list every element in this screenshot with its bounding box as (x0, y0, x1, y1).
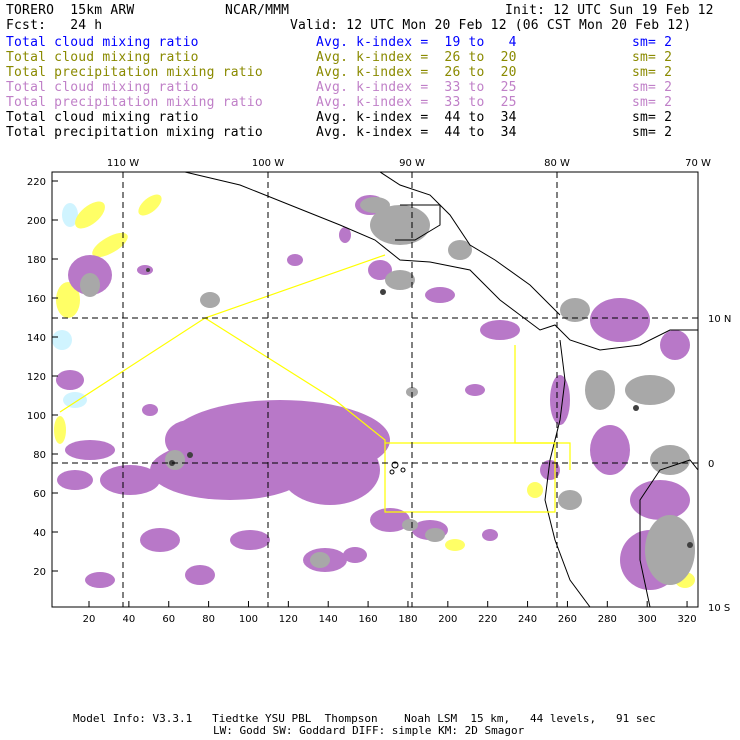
lon-label: 70 W (685, 158, 711, 169)
lon-label: 90 W (399, 158, 425, 169)
x-tick-label: 40 (123, 614, 136, 625)
y-tick-label: 220 (27, 177, 46, 188)
y-tick-label: 100 (27, 411, 46, 422)
x-tick-label: 240 (518, 614, 537, 625)
lon-label: 100 W (252, 158, 284, 169)
y-tick-label: 140 (27, 333, 46, 344)
lon-label: 110 W (107, 158, 139, 169)
x-tick-label: 100 (239, 614, 258, 625)
x-tick-label: 320 (678, 614, 697, 625)
x-tick-label: 160 (359, 614, 378, 625)
lat-label: 10 N (708, 314, 731, 325)
x-tick-label: 200 (438, 614, 457, 625)
x-tick-label: 220 (478, 614, 497, 625)
shading-layer (52, 172, 698, 607)
x-tick-label: 60 (162, 614, 175, 625)
y-tick-label: 200 (27, 216, 46, 227)
y-tick-label: 120 (27, 372, 46, 383)
map-plot: 20 40 60 80 100 120 140 160 180 200 220 240 260 280 30… (27, 158, 731, 625)
lat-label: 10 S (708, 603, 730, 614)
y-tick-label: 20 (33, 567, 46, 578)
x-tick-label: 300 (638, 614, 657, 625)
model-info-line2: LW: Godd SW: Goddard DIFF: simple KM: 2D… (213, 724, 525, 737)
x-tick-label: 20 (83, 614, 96, 625)
y-tick-label: 160 (27, 294, 46, 305)
x-tick-label: 260 (558, 614, 577, 625)
y-tick-label: 180 (27, 255, 46, 266)
x-tick-label: 280 (598, 614, 617, 625)
x-tick-label: 120 (279, 614, 298, 625)
x-tick-label: 140 (319, 614, 338, 625)
y-tick-label: 40 (33, 528, 46, 539)
x-tick-label: 80 (202, 614, 215, 625)
lat-label: 0 (708, 459, 714, 470)
lon-label: 80 W (544, 158, 570, 169)
x-tick-label: 180 (398, 614, 417, 625)
y-tick-label: 60 (33, 489, 46, 500)
y-tick-label: 80 (33, 450, 46, 461)
